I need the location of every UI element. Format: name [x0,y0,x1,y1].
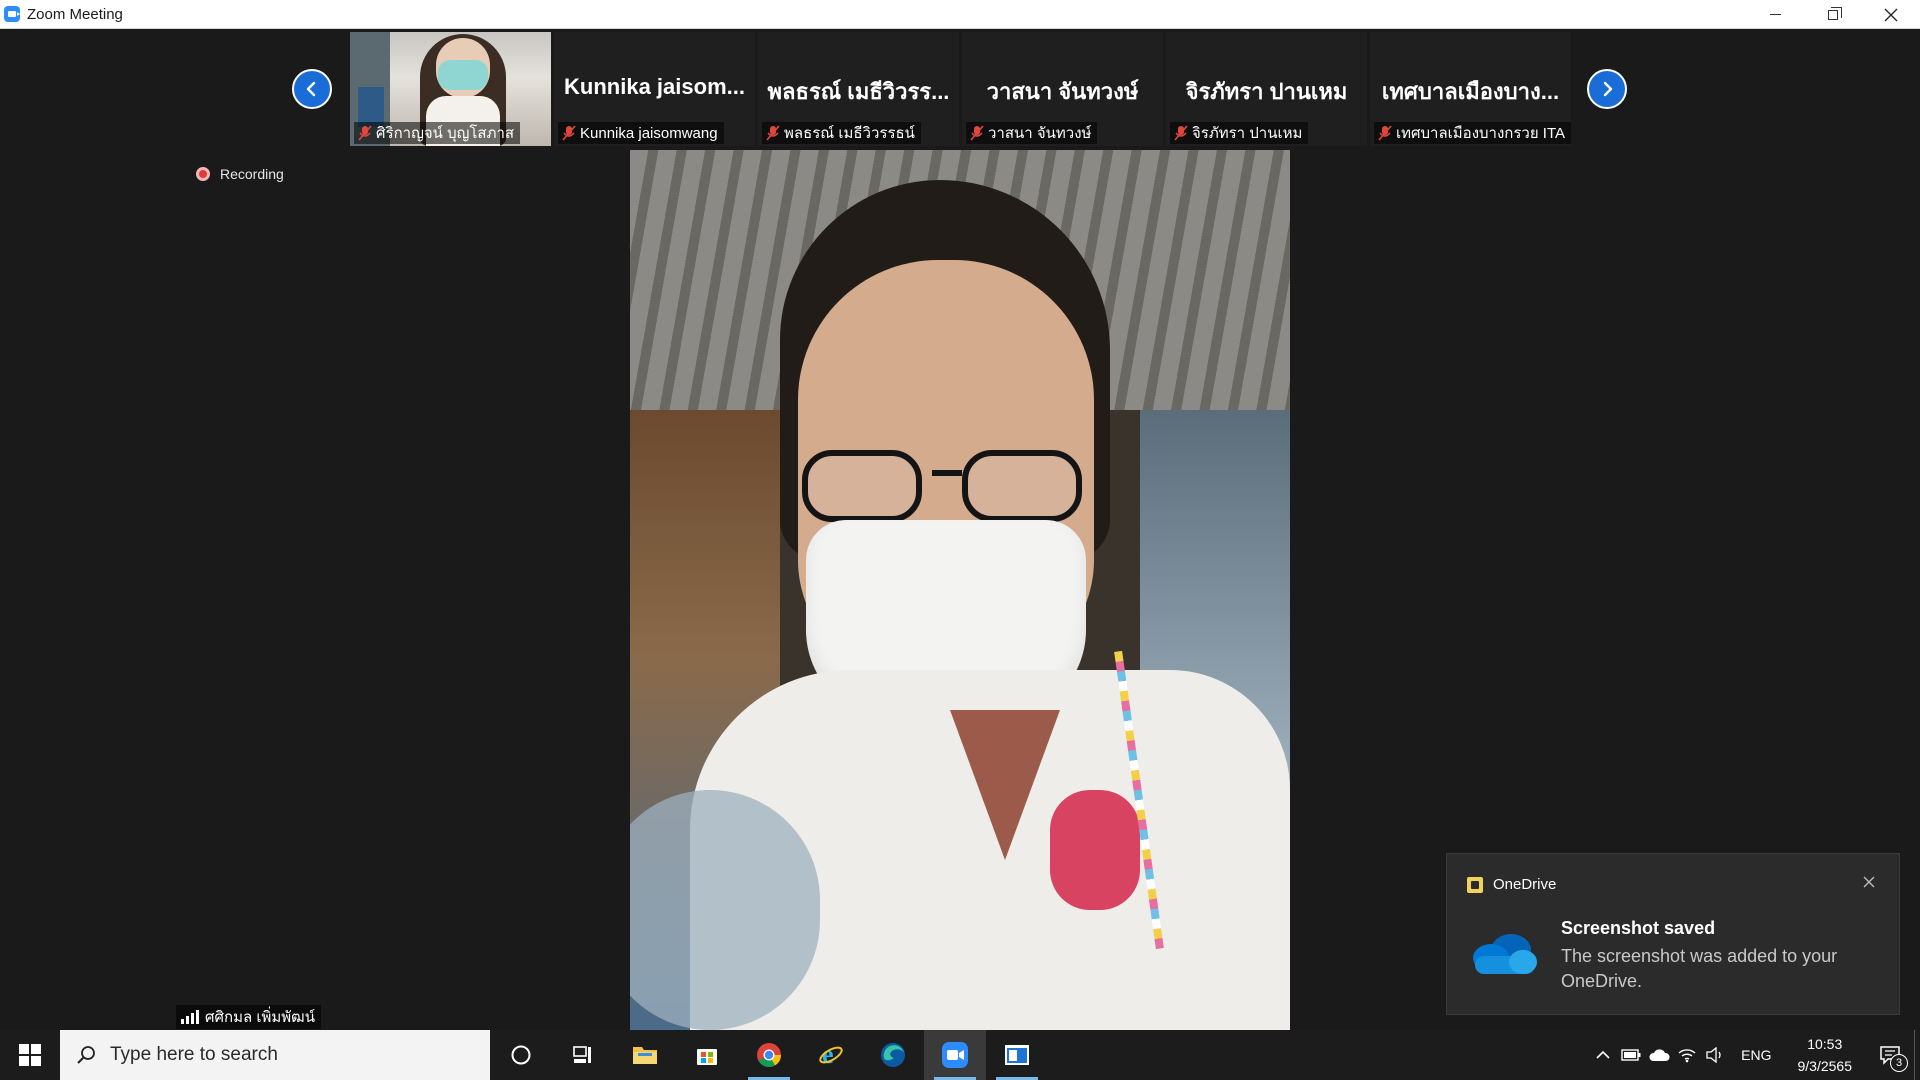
wifi-icon [1678,1049,1696,1063]
windows-taskbar: e [0,1030,1920,1080]
muted-mic-icon [358,125,372,141]
gallery-next-button[interactable] [1587,69,1627,109]
show-desktop-button[interactable] [1914,1030,1920,1080]
recording-dot-icon [196,167,210,181]
battery-button[interactable] [1617,1030,1645,1080]
muted-mic-icon [970,125,984,141]
close-icon [1884,8,1898,21]
taskbar-clock[interactable]: 10:53 9/3/2565 [1784,1033,1867,1077]
whiteboard-app-icon [1005,1045,1029,1065]
onedrive-tray-button[interactable] [1645,1030,1673,1080]
recording-indicator[interactable]: Recording [196,166,284,182]
taskbar-search-box[interactable] [60,1030,490,1080]
battery-icon [1621,1049,1641,1061]
whiteboard-app-button[interactable] [986,1030,1048,1080]
chevron-right-icon [1603,81,1613,97]
chrome-icon [757,1043,781,1068]
zoom-taskbar-button[interactable] [924,1030,986,1080]
microsoft-store-button[interactable] [676,1030,738,1080]
clock-date: 9/3/2565 [1797,1058,1853,1074]
participant-display-name: Kunnika jaisom... [564,74,745,99]
edge-button[interactable] [862,1030,924,1080]
internet-explorer-button[interactable]: e [800,1030,862,1080]
participant-tile[interactable]: พลธรณ์ เมธีวิวรร... พลธรณ์ เมธีวิวรรธน์ [758,32,959,146]
participant-display-name: เทศบาลเมืองบาง... [1381,79,1560,104]
participant-name-label: Kunnika jaisomwang [558,122,724,144]
onedrive-notification[interactable]: OneDrive Screenshot saved The screenshot… [1446,853,1900,1015]
restore-icon [1828,6,1842,20]
participant-display-name: จิรภัทรา ปานเหม [1185,79,1348,104]
participant-tile[interactable]: จิรภัทรา ปานเหม จิรภัทรา ปานเหม [1166,32,1367,146]
muted-mic-icon [766,125,780,141]
notification-close-button[interactable] [1861,874,1877,890]
input-language-indicator[interactable]: ENG [1729,1047,1783,1063]
chrome-button[interactable] [738,1030,800,1080]
participant-name-label: พลธรณ์ เมธีวิวรรธน์ [762,122,921,144]
show-hidden-icons-button[interactable] [1589,1030,1617,1080]
onedrive-app-icon [1467,876,1483,893]
window-controls [1746,0,1920,29]
search-input[interactable] [110,1044,430,1066]
action-center-button[interactable]: 3 [1866,1030,1914,1080]
onedrive-cloud-icon [1473,934,1537,974]
minimize-icon [1769,14,1781,15]
participant-name-label: เทศบาลเมืองบางกรวย ITA [1374,122,1571,144]
speaker-icon [1706,1047,1721,1063]
participant-tile[interactable]: ศิริกาญจน์ บุญโสภาส [350,32,551,146]
restore-button[interactable] [1804,0,1862,29]
zoom-icon [942,1042,968,1068]
window-title: Zoom Meeting [27,5,123,23]
cortana-icon [511,1045,531,1065]
windows-logo-icon [19,1044,41,1066]
close-window-button[interactable] [1862,0,1920,29]
cortana-button[interactable] [490,1030,552,1080]
volume-button[interactable] [1701,1030,1729,1080]
close-icon [1863,876,1875,888]
notification-body: The screenshot was added to your OneDriv… [1561,946,1838,991]
participant-name-label: วาสนา จันทวงษ์ [966,122,1098,144]
participant-display-name: วาสนา จันทวงษ์ [986,79,1139,104]
participant-name-label: จิรภัทรา ปานเหม [1170,122,1309,144]
notification-header: OneDrive [1467,876,1556,893]
file-explorer-icon [633,1047,657,1064]
file-explorer-button[interactable] [614,1030,676,1080]
active-speaker-video [630,150,1290,1030]
muted-mic-icon [1174,125,1188,141]
chevron-up-icon [1596,1050,1610,1059]
participant-tile[interactable]: วาสนา จันทวงษ์ วาสนา จันทวงษ์ [962,32,1163,146]
microsoft-store-icon [697,1049,717,1065]
connection-signal-icon [181,1010,199,1024]
notification-title: Screenshot saved [1561,918,1716,938]
muted-mic-icon [562,125,576,141]
participant-display-name: พลธรณ์ เมธีวิวรร... [767,79,950,104]
notification-count-badge: 3 [1890,1054,1908,1072]
active-speaker-label: ศศิกมล เพิ่มพัฒน์ [176,1005,321,1029]
muted-mic-icon [1378,125,1392,141]
edge-icon [881,1043,905,1067]
chevron-left-icon [306,81,316,97]
clock-time: 10:53 [1807,1036,1843,1052]
gallery-prev-button[interactable] [292,69,332,109]
participant-tile[interactable]: Kunnika jaisom... Kunnika jaisomwang [554,32,755,146]
task-view-icon [573,1046,591,1063]
internet-explorer-icon: e [819,1042,843,1068]
participant-name-label: ศิริกาญจน์ บุญโสภาส [354,122,521,144]
search-icon [77,1046,95,1064]
start-button[interactable] [0,1030,60,1080]
onedrive-tray-icon [1649,1049,1670,1061]
network-button[interactable] [1673,1030,1701,1080]
minimize-button[interactable] [1746,0,1804,29]
participant-tile[interactable]: เทศบาลเมืองบาง... เทศบาลเมืองบางกรวย ITA [1370,32,1571,146]
zoom-camera-icon [4,6,20,22]
system-tray: ENG 10:53 9/3/2565 3 [1589,1030,1920,1080]
task-view-button[interactable] [552,1030,614,1080]
title-bar: Zoom Meeting [0,0,1920,29]
